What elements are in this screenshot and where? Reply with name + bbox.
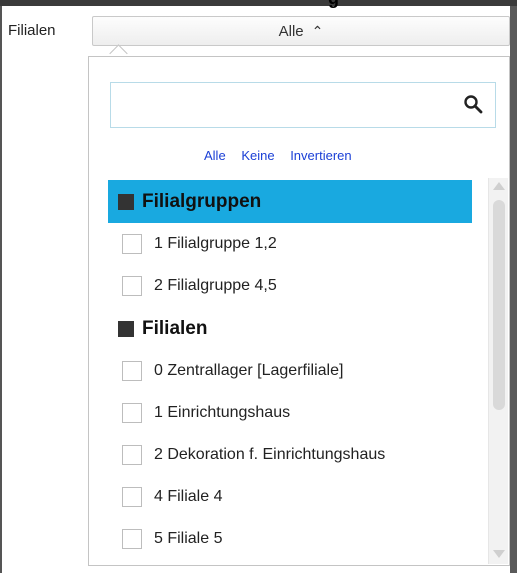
list-item[interactable]: 0 Zentrallager [Lagerfiliale] [108,350,472,392]
item-label: 2 Filialgruppe 4,5 [154,277,277,294]
checkbox[interactable] [122,276,142,296]
item-label: 0 Zentrallager [Lagerfiliale] [154,362,344,379]
group-header-filialgruppen[interactable]: Filialgruppen [108,180,472,223]
item-label: 1 Filialgruppe 1,2 [154,235,277,252]
checkbox[interactable] [122,234,142,254]
scroll-down-arrow-icon[interactable] [493,550,505,558]
checkbox[interactable] [122,361,142,381]
item-label: 4 Filiale 4 [154,488,223,505]
frame-right-border [510,6,517,573]
options-list: Filialgruppen 1 Filialgruppe 1,2 2 Filia… [108,180,472,560]
checkbox[interactable] [122,445,142,465]
group-square-icon [118,320,134,337]
filter-label: Filialen [8,22,56,39]
dropdown-selected-value: Alle [278,22,304,40]
list-item[interactable]: 4 Filiale 4 [108,476,472,518]
group-header-filialen[interactable]: Filialen [108,307,472,350]
invert-selection-link[interactable]: Invertieren [290,148,351,163]
window-top-strip [0,0,517,6]
window-title-fragment: g [328,0,339,9]
list-item[interactable]: 2 Dekoration f. Einrichtungshaus [108,434,472,476]
search-icon[interactable] [463,94,483,114]
vertical-scrollbar[interactable] [488,178,508,564]
list-item[interactable]: 1 Einrichtungshaus [108,392,472,434]
select-none-link[interactable]: Keine [241,148,274,163]
filter-dropdown-button[interactable]: Alle ⌃ [92,16,510,46]
search-input[interactable] [110,82,496,128]
item-label: 2 Dekoration f. Einrichtungshaus [154,446,386,463]
selection-actions: Alle Keine Invertieren [204,148,364,163]
chevron-up-icon: ⌃ [311,22,324,39]
list-item[interactable]: 1 Filialgruppe 1,2 [108,223,472,265]
checkbox[interactable] [122,529,142,549]
select-all-link[interactable]: Alle [204,148,226,163]
group-title: Filialen [142,317,208,339]
group-title: Filialgruppen [142,190,262,212]
group-square-icon [118,193,134,210]
item-label: 1 Einrichtungshaus [154,404,291,421]
scroll-up-arrow-icon[interactable] [493,182,505,190]
scrollbar-thumb[interactable] [493,200,505,410]
list-item[interactable]: 2 Filialgruppe 4,5 [108,265,472,307]
checkbox[interactable] [122,487,142,507]
list-item[interactable]: 5 Filiale 5 [108,518,472,560]
item-label: 5 Filiale 5 [154,530,223,547]
checkbox[interactable] [122,403,142,423]
frame-left-border [0,6,2,573]
